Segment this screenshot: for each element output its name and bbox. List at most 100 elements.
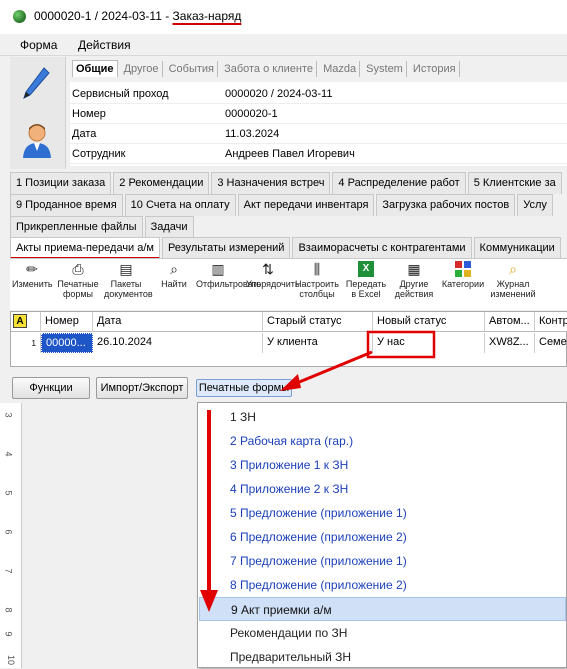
dropdown-item-appendix-1[interactable]: 3 Приложение 1 к ЗН [199, 453, 566, 477]
tab-settlements[interactable]: Взаиморасчеты с контрагентами [292, 237, 472, 259]
field-value[interactable]: Андреев Павел Игоревич [225, 148, 355, 160]
export-excel-button[interactable]: X Передать в Excel [344, 261, 388, 299]
tool-label: Упорядочить [246, 279, 300, 289]
user-icon[interactable] [20, 121, 54, 159]
title-bar: 0000020-1 / 2024-03-11 - Заказ-наряд [0, 0, 567, 34]
tool-label: Печатные формы [57, 279, 99, 299]
menu-bar: Форма Действия [0, 34, 567, 56]
column-header-old-status[interactable]: Старый статус [263, 312, 373, 332]
tool-label: Пакеты документов [104, 279, 153, 299]
tab-other[interactable]: Другое [121, 61, 163, 77]
ruler-number: 8 [3, 607, 14, 613]
dropdown-item-offer-8[interactable]: 8 Предложение (приложение 2) [199, 573, 566, 597]
tab-services[interactable]: Услу [517, 194, 553, 216]
categories-icon [455, 261, 471, 277]
tab-attached-files[interactable]: Прикрепленные файлы [10, 216, 143, 238]
column-header-counterparty[interactable]: Контр [535, 312, 567, 332]
tab-tasks[interactable]: Задачи [144, 216, 194, 238]
import-export-button[interactable]: Импорт/Экспорт [96, 377, 188, 399]
sort-icon: ⇅ [262, 261, 274, 277]
printer-icon: ⎙ [72, 261, 84, 277]
columns-icon: ⫼ [313, 261, 321, 277]
tab-work-distribution[interactable]: 4 Распределение работ [332, 172, 466, 194]
actions-icon: ▦ [407, 261, 421, 277]
dropdown-item-zn[interactable]: 1 ЗН [199, 405, 566, 429]
tab-invoices[interactable]: 10 Счета на оплату [124, 194, 236, 216]
other-actions-button[interactable]: ▦ Другие действия [392, 261, 436, 299]
tab-row-1: 1 Позиции заказа 2 Рекомендации 3 Назначен… [10, 172, 567, 194]
filter-button[interactable]: ▥ Отфильтровать [196, 261, 261, 289]
change-log-button[interactable]: ⌕ Журнал изменений [490, 261, 536, 299]
tab-general[interactable]: Общие [72, 60, 118, 77]
tab-appointments[interactable]: 3 Назначения встреч [211, 172, 331, 194]
dropdown-item-appendix-2[interactable]: 4 Приложение 2 к ЗН [199, 477, 566, 501]
excel-icon: X [358, 261, 374, 277]
configure-columns-button[interactable]: ⫼ Настроить столбцы [294, 261, 340, 299]
grid-corner[interactable]: A [11, 312, 41, 332]
menu-form[interactable]: Форма [20, 38, 57, 52]
window-title: 0000020-1 / 2024-03-11 - Заказ-наряд [34, 9, 241, 23]
field-label: Сервисный проход [72, 88, 169, 100]
dropdown-item-preliminary[interactable]: Предварительный ЗН [199, 645, 566, 669]
tab-recommendations[interactable]: 2 Рекомендации [113, 172, 210, 194]
tab-events[interactable]: События [166, 61, 219, 77]
tab-inventory-transfer[interactable]: Акт передачи инвентаря [237, 194, 375, 216]
field-row-service: Сервисный проход 0000020 / 2024-03-11 [70, 84, 567, 104]
column-header-vehicle[interactable]: Автом... [485, 312, 535, 332]
dropdown-item-offer-6[interactable]: 6 Предложение (приложение 2) [199, 525, 566, 549]
cell-old-status[interactable]: У клиента [263, 333, 373, 353]
tab-row-2: 9 Проданное время 10 Счета на оплату Акт п… [10, 194, 567, 216]
cell-vehicle[interactable]: XW8Z... [485, 333, 535, 353]
print-forms-button[interactable]: Печатные формы [196, 379, 292, 397]
column-header-number[interactable]: Номер [41, 312, 93, 332]
print-forms-tool-button[interactable]: ⎙ Печатные формы [56, 261, 100, 299]
cell-number[interactable]: 00000... [41, 333, 93, 353]
cell-new-status[interactable]: У нас [373, 333, 485, 353]
tool-label: Категории [441, 279, 485, 289]
dropdown-item-recommendations[interactable]: Рекомендации по ЗН [199, 621, 566, 645]
window-title-main: 0000020-1 / 2024-03-11 - [34, 9, 173, 23]
ruler-number: 7 [3, 568, 14, 574]
sort-button[interactable]: ⇅ Упорядочить [246, 261, 300, 289]
tool-label: Передать в Excel [345, 279, 387, 299]
edit-button[interactable]: ✏ Изменить [12, 261, 53, 289]
tool-label: Найти [161, 279, 187, 289]
app-icon [13, 10, 26, 23]
menu-actions[interactable]: Действия [78, 38, 131, 52]
dropdown-item-work-card[interactable]: 2 Рабочая карта (гар.) [199, 429, 566, 453]
tab-customer-care[interactable]: Забота о клиенте [221, 61, 318, 77]
tool-label: Изменить [12, 279, 53, 289]
functions-button[interactable]: Функции [12, 377, 90, 399]
tab-communications[interactable]: Коммуникации [473, 237, 561, 259]
tool-label: Журнал изменений [490, 279, 536, 299]
cell-date[interactable]: 26.10.2024 [93, 333, 263, 353]
pencil-icon: ✏ [26, 261, 38, 277]
tab-client[interactable]: 5 Клиентские за [467, 172, 562, 194]
document-packages-button[interactable]: ▤ Пакеты документов [104, 261, 153, 299]
tab-system[interactable]: System [363, 61, 407, 77]
column-header-date[interactable]: Дата [93, 312, 263, 332]
tab-acceptance-acts[interactable]: Акты приема-передачи а/м [10, 237, 160, 259]
cell-counterparty[interactable]: Семе... [535, 333, 567, 353]
dropdown-item-offer-7[interactable]: 7 Предложение (приложение 1) [199, 549, 566, 573]
find-button[interactable]: ⌕ Найти [156, 261, 192, 289]
tab-sold-time[interactable]: 9 Проданное время [10, 194, 123, 216]
window-title-sub: Заказ-наряд [172, 9, 242, 23]
dropdown-item-offer-5[interactable]: 5 Предложение (приложение 1) [199, 501, 566, 525]
field-value[interactable]: 11.03.2024 [225, 128, 279, 140]
tab-order-positions[interactable]: 1 Позиции заказа [10, 172, 112, 194]
pen-icon[interactable] [20, 65, 52, 101]
ruler-number: 3 [3, 412, 14, 418]
field-row-employee: Сотрудник Андреев Павел Игоревич [70, 144, 567, 164]
ruler-number: 9 [3, 631, 14, 637]
tab-mazda[interactable]: Mazda [320, 61, 361, 77]
tab-measurements[interactable]: Результаты измерений [161, 237, 291, 259]
dropdown-item-acceptance-act[interactable]: 9 Акт приемки а/м [199, 597, 566, 621]
tab-history[interactable]: История [410, 61, 460, 77]
field-value[interactable]: 0000020-1 [225, 108, 278, 120]
field-value[interactable]: 0000020 / 2024-03-11 [225, 88, 332, 100]
categories-button[interactable]: Категории [440, 261, 486, 289]
grid-corner-label: A [13, 314, 27, 328]
column-header-new-status[interactable]: Новый статус [373, 312, 485, 332]
tab-workpost-load[interactable]: Загрузка рабочих постов [376, 194, 516, 216]
